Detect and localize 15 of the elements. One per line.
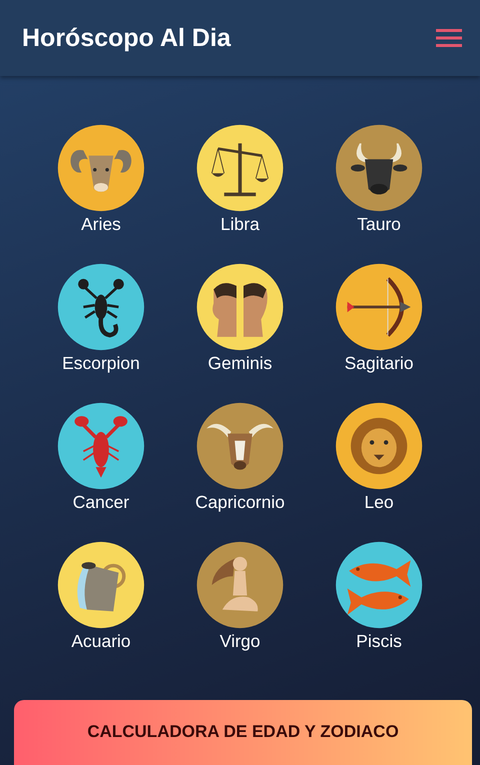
sign-button[interactable]: Aries bbox=[57, 124, 145, 235]
sign-button[interactable]: Sagitario bbox=[335, 263, 423, 374]
sign-button[interactable]: Leo bbox=[335, 402, 423, 513]
sign-button[interactable]: Geminis bbox=[196, 263, 284, 374]
calculator-button[interactable]: CALCULADORA DE EDAD Y ZODIACO bbox=[14, 700, 472, 765]
sign-button[interactable]: Acuario bbox=[57, 541, 145, 652]
app-title: Horóscopo Al Dia bbox=[22, 24, 231, 52]
sign-button[interactable]: Virgo bbox=[196, 541, 284, 652]
sign-button[interactable]: Escorpion bbox=[57, 263, 145, 374]
menu-icon bbox=[436, 28, 462, 48]
sign-button[interactable]: Libra bbox=[196, 124, 284, 235]
sign-button[interactable]: Piscis bbox=[335, 541, 423, 652]
sign-button[interactable]: Capricornio bbox=[195, 402, 285, 513]
sign-button[interactable]: Tauro bbox=[335, 124, 423, 235]
sign-button[interactable]: Cancer bbox=[57, 402, 145, 513]
